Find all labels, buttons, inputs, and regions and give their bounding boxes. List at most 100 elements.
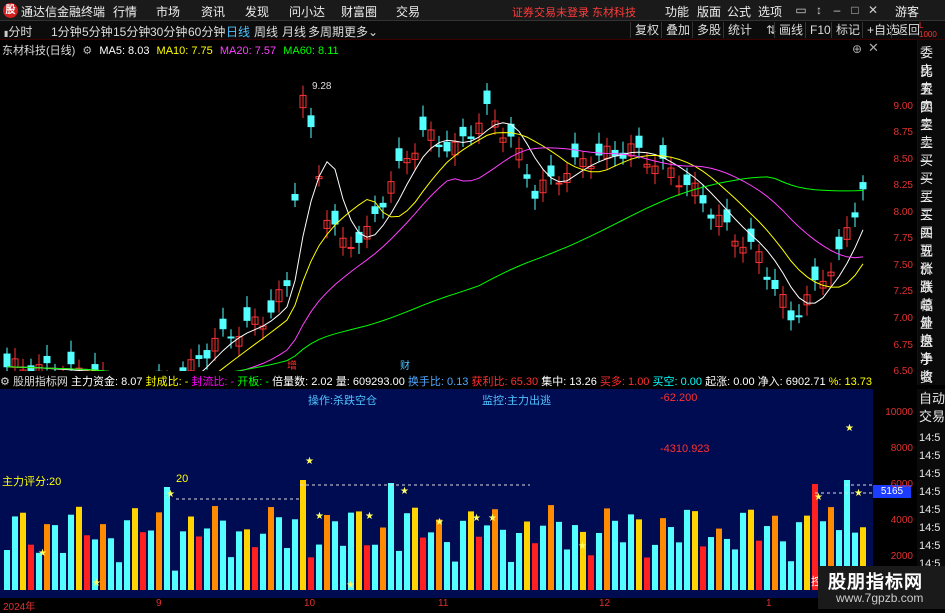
volume-bar <box>748 509 754 590</box>
ind-profit: 获利比: 65.30 <box>471 376 539 388</box>
price-tick: 9.00 <box>893 100 913 112</box>
date-tick: 2024年 <box>3 602 36 613</box>
candle-body <box>267 300 275 313</box>
volume-bar <box>148 530 154 590</box>
l-badge: L 1000 <box>919 21 937 39</box>
volume-bar <box>292 519 298 590</box>
volume-bar <box>20 512 26 590</box>
ma60-line <box>6 176 864 371</box>
volume-bar <box>436 519 442 590</box>
volume-bar <box>788 561 794 590</box>
ind-concentrate: 集中: 13.26 <box>541 376 597 388</box>
time-label: 14:5 <box>919 468 941 480</box>
menu-wenxiaoda[interactable]: 问小达 <box>289 3 325 20</box>
menu-shichang[interactable]: 市场 <box>156 3 180 20</box>
volume-bar <box>316 544 322 590</box>
menu-zixun[interactable]: 资讯 <box>201 3 225 20</box>
volume-bar <box>324 514 330 590</box>
volume-bar <box>268 507 274 590</box>
candle-body <box>3 353 11 368</box>
ind-start: 起涨: 0.00 <box>705 376 755 388</box>
ind-pct: %: 13.73 <box>828 376 873 388</box>
volume-bar <box>596 532 602 590</box>
period-week[interactable]: 周线 <box>254 23 278 40</box>
ind-seal-flow: 封流比: - <box>191 376 235 388</box>
period-more[interactable]: 更多⌄ <box>344 23 378 40</box>
volume-bar <box>444 542 450 590</box>
title-bar: 股 通达信金融终端 行情 市场 资讯 发现 问小达 财富圈 交易 证券交易未登录… <box>0 0 945 21</box>
tb-biaoji[interactable]: 标记 <box>831 22 864 38</box>
volume-bar <box>572 525 578 590</box>
volume-bar <box>428 532 434 590</box>
volume-bar <box>164 487 170 590</box>
menu-xuanxiang[interactable]: 选项 <box>758 3 782 20</box>
menu-banmian[interactable]: 版面 <box>697 3 721 20</box>
volume-bar <box>796 522 802 590</box>
volume-bar <box>652 544 658 590</box>
tb-tongji[interactable]: 统计 <box>723 22 756 38</box>
price-tick: 7.50 <box>893 259 913 271</box>
period-month[interactable]: 月线 <box>282 23 306 40</box>
candle-body <box>179 367 187 371</box>
candle-body <box>419 116 427 131</box>
tb-fuquan[interactable]: 复权 <box>630 22 663 38</box>
period-60min[interactable]: 60分钟 <box>188 23 225 40</box>
candle-body <box>27 365 35 371</box>
period-15min[interactable]: 15分钟 <box>113 23 150 40</box>
maximize-icon[interactable]: □ <box>847 2 863 18</box>
price-tick: 6.75 <box>893 339 913 351</box>
ind-settings-icon[interactable]: ⚙ <box>0 376 10 388</box>
volume-bar <box>780 541 786 590</box>
period-30min[interactable]: 30分钟 <box>150 23 187 40</box>
ind-seal-ratio: 封成比: - <box>145 376 189 388</box>
minimize-icon[interactable]: – <box>829 2 845 18</box>
star-icon: ★ <box>38 548 47 559</box>
star-icon: ★ <box>346 580 355 591</box>
candle-body <box>851 212 859 218</box>
chevron-down-icon: ⌄ <box>368 25 379 39</box>
period-1min[interactable]: 1分钟 <box>51 23 82 40</box>
guest-label[interactable]: 游客 <box>895 3 919 20</box>
volume-bar <box>244 529 250 590</box>
price-tick: 7.25 <box>893 286 913 298</box>
volume-bar <box>172 570 178 590</box>
tb-diejia[interactable]: 叠加 <box>661 22 694 38</box>
volume-bar <box>108 538 114 590</box>
ind-main-fund: 主力资金: 8.07 <box>71 376 143 388</box>
menu-gongneng[interactable]: 功能 <box>665 3 689 20</box>
candle-body <box>635 135 643 148</box>
menu-caifuquan[interactable]: 财富圈 <box>341 3 377 20</box>
volume-bar <box>124 520 130 590</box>
volume-bar <box>708 537 714 590</box>
watermark: 股朋指标网 www.7gpzb.com <box>818 566 945 609</box>
sub-op: 操作:杀跌空仓 <box>308 395 378 407</box>
chart-zoom-icon[interactable]: ⊕ <box>852 42 862 56</box>
period-fenshi[interactable]: ▮分时 <box>4 23 32 40</box>
menu-hangqing[interactable]: 行情 <box>113 3 137 20</box>
candle-body <box>435 144 443 148</box>
tb-duogu[interactable]: 多股 <box>692 22 725 38</box>
trade-label[interactable]: 交易 <box>919 407 945 426</box>
candle-body <box>547 165 555 177</box>
menu-gongshi[interactable]: 公式 <box>727 3 751 20</box>
volume-bar <box>196 536 202 590</box>
ind-huanshou: 换手比: 0.13 <box>407 376 469 388</box>
period-5min[interactable]: 5分钟 <box>82 23 113 40</box>
quote-panel: 委比卖五卖四卖三卖二卖一买一买二买三买四买五现价涨跌涨幅总量外盘换手净资收益 <box>917 40 945 403</box>
period-multi[interactable]: 多周期 <box>308 23 344 40</box>
price-tick: 8.00 <box>893 206 913 218</box>
close-icon[interactable]: ✕ <box>865 2 881 18</box>
volume-bar <box>396 550 402 590</box>
menu-faxian[interactable]: 发现 <box>245 3 269 20</box>
period-day[interactable]: 日线 <box>226 23 250 40</box>
tb-huaxian[interactable]: 画线 <box>774 22 807 38</box>
candle-body <box>699 195 707 204</box>
pin-icon[interactable]: ↕ <box>811 2 827 18</box>
menu-jiaoyi[interactable]: 交易 <box>396 3 420 20</box>
price-tick: 8.25 <box>893 180 913 192</box>
star-icon: ★ <box>472 513 481 524</box>
candle-body <box>683 174 691 186</box>
candle-body <box>483 90 491 104</box>
monitor-icon[interactable]: ▭ <box>793 2 809 18</box>
trade-label[interactable]: 自动 <box>919 389 945 408</box>
